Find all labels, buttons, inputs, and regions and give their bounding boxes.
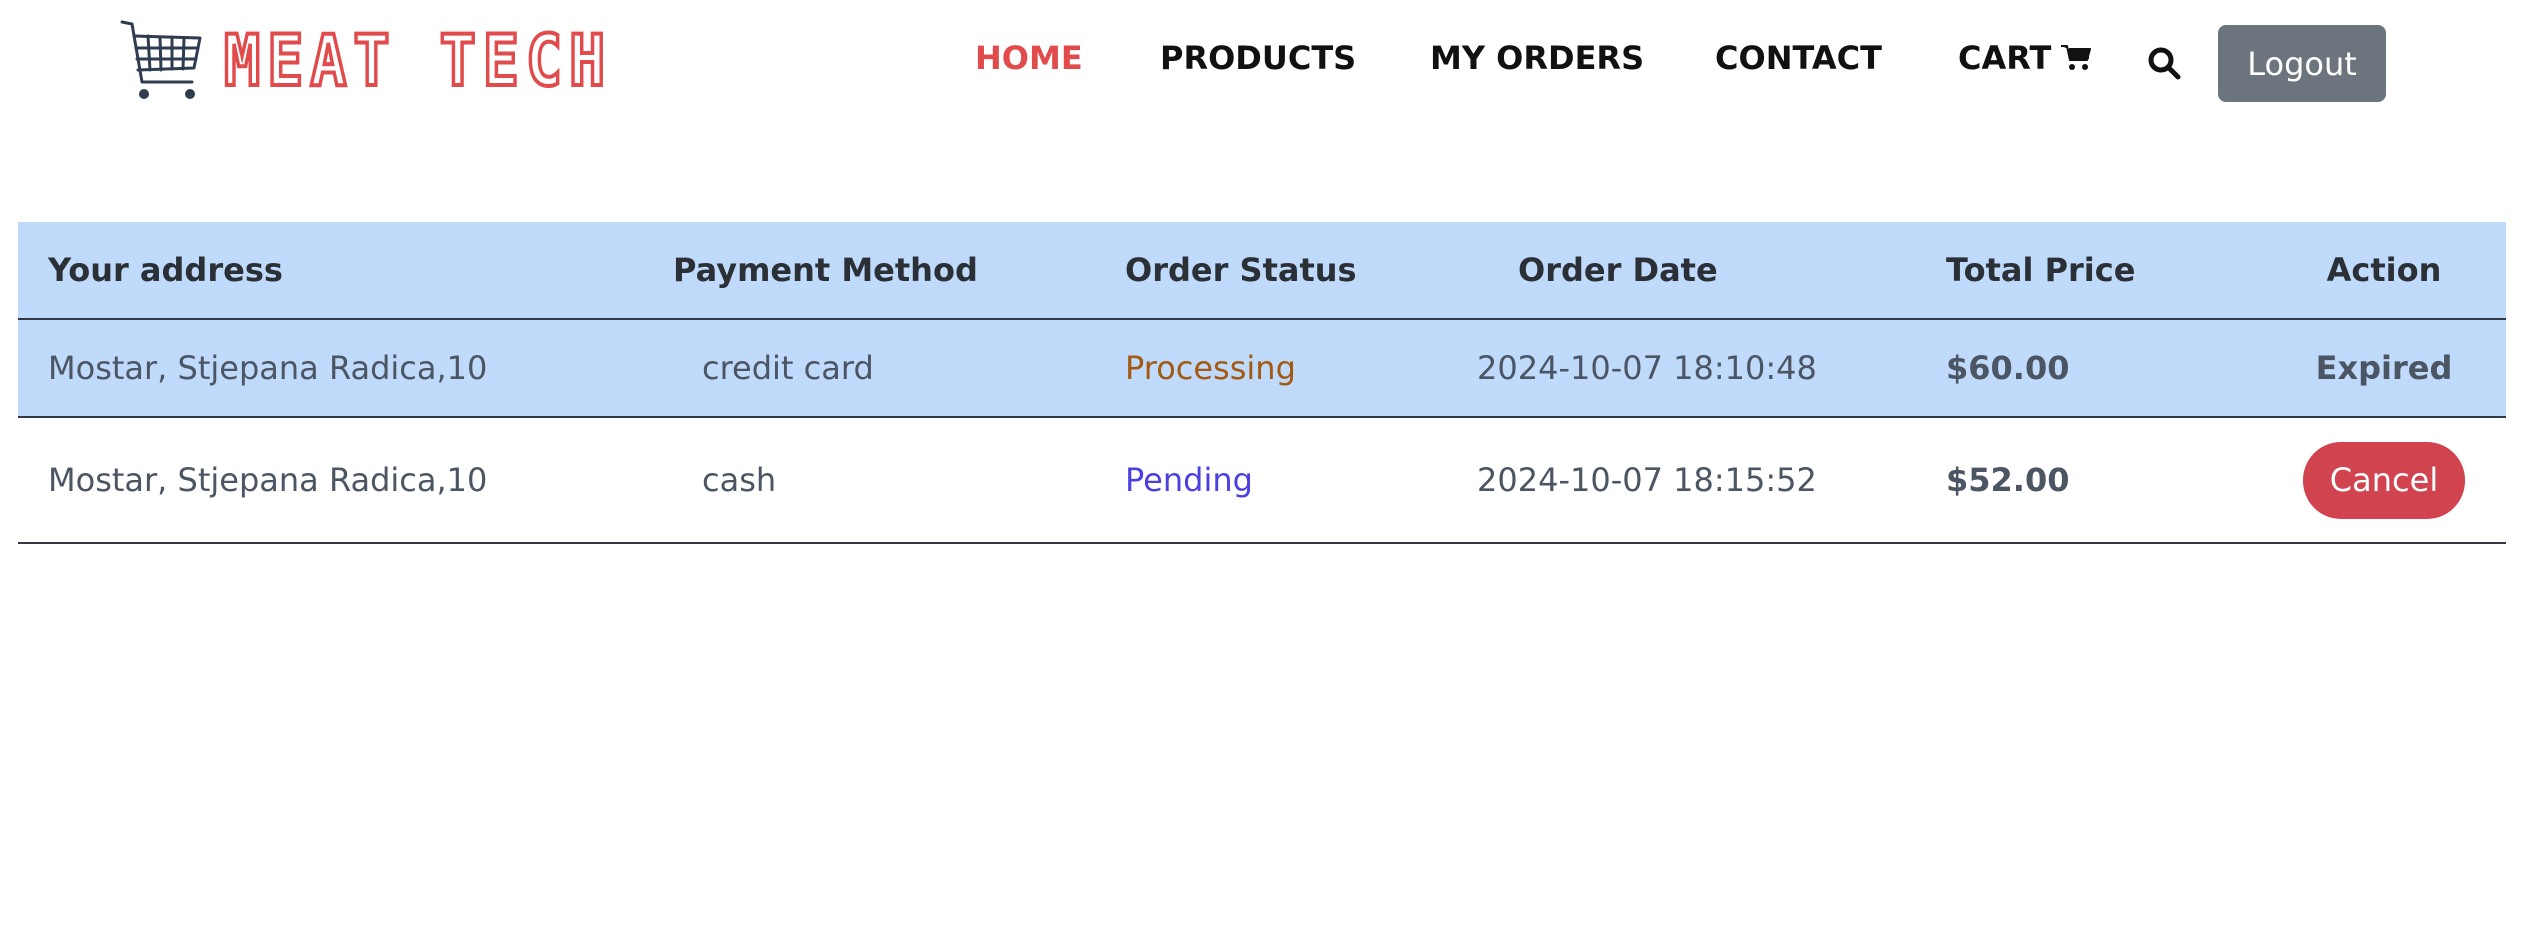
- order-date: 2024-10-07 18:15:52: [1477, 461, 1817, 499]
- header-total-price: Total Price: [1946, 251, 2136, 289]
- nav-cart[interactable]: CART: [1958, 38, 2092, 78]
- header-order-date: Order Date: [1518, 251, 1718, 289]
- header-action: Action: [2326, 251, 2442, 289]
- table-header-row: Your address Payment Method Order Status…: [18, 222, 2506, 320]
- header-address: Your address: [48, 251, 283, 289]
- brand-name: MEAT TECH: [222, 20, 613, 102]
- shopping-cart-icon: [120, 20, 202, 99]
- brand-logo[interactable]: MEAT TECH: [120, 18, 675, 104]
- table-row: Mostar, Stjepana Radica,10 cash Pending …: [18, 418, 2506, 544]
- order-action: Cancel: [2244, 418, 2524, 542]
- search-icon[interactable]: [2147, 46, 2181, 80]
- cancel-order-button[interactable]: Cancel: [2303, 441, 2465, 519]
- order-status: Pending: [1125, 461, 1253, 499]
- order-status: Processing: [1125, 349, 1296, 387]
- orders-table: Your address Payment Method Order Status…: [18, 222, 2506, 544]
- order-action-expired: Expired: [2315, 349, 2453, 387]
- nav-products[interactable]: PRODUCTS: [1160, 38, 1356, 78]
- site-header: MEAT TECH HOME PRODUCTS MY ORDERS CONTAC…: [0, 0, 2524, 125]
- table-row: Mostar, Stjepana Radica,10 credit card P…: [18, 320, 2506, 418]
- order-payment-method: cash: [702, 461, 777, 499]
- nav-my-orders[interactable]: MY ORDERS: [1430, 38, 1644, 78]
- order-total-price: $60.00: [1946, 349, 2070, 387]
- header-order-status: Order Status: [1125, 251, 1357, 289]
- cart-icon: [2061, 45, 2092, 70]
- order-date: 2024-10-07 18:10:48: [1477, 349, 1817, 387]
- order-address: Mostar, Stjepana Radica,10: [48, 461, 488, 499]
- nav-contact[interactable]: CONTACT: [1715, 38, 1882, 78]
- header-payment-method: Payment Method: [673, 251, 978, 289]
- order-total-price: $52.00: [1946, 461, 2070, 499]
- nav-cart-label: CART: [1958, 39, 2052, 77]
- order-payment-method: credit card: [702, 349, 874, 387]
- order-address: Mostar, Stjepana Radica,10: [48, 349, 488, 387]
- logout-button[interactable]: Logout: [2218, 25, 2386, 102]
- nav-home[interactable]: HOME: [975, 38, 1083, 78]
